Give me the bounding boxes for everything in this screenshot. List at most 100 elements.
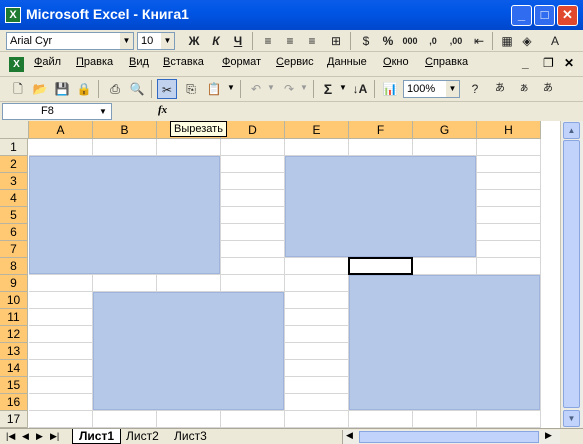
cell-b1[interactable]	[93, 139, 157, 156]
cell-a12[interactable]	[29, 326, 93, 343]
autosum-icon[interactable]: Σ	[318, 79, 338, 99]
underline-button[interactable]: Ч	[228, 31, 248, 51]
doc-close-button[interactable]: ✕	[564, 56, 574, 70]
decrease-decimal-button[interactable]: ,00	[446, 31, 466, 51]
row-header-1[interactable]: 1	[0, 139, 28, 156]
cut-icon[interactable]: ✂	[157, 79, 177, 99]
zoom-select[interactable]: 100% ▼	[403, 80, 460, 98]
print-preview-icon[interactable]: 🔍	[127, 79, 147, 99]
chevron-down-icon[interactable]: ▼	[300, 83, 308, 92]
cell-h7[interactable]	[477, 241, 541, 258]
selection-range-1[interactable]	[29, 156, 220, 274]
align-left-icon[interactable]: ≡	[258, 31, 278, 51]
bold-button[interactable]: Ж	[184, 31, 204, 51]
align-right-icon[interactable]: ≡	[302, 31, 322, 51]
cell-c1[interactable]	[157, 139, 221, 156]
row-header-7[interactable]: 7	[0, 241, 28, 258]
open-folder-icon[interactable]: 📂	[30, 79, 50, 99]
merge-center-icon[interactable]: ⊞	[326, 31, 346, 51]
paste-icon[interactable]: 📋	[204, 79, 224, 99]
row-header-11[interactable]: 11	[0, 309, 28, 326]
hscroll-thumb[interactable]	[359, 431, 539, 443]
comma-style-button[interactable]: 000	[400, 31, 420, 51]
cell-d2[interactable]	[221, 156, 285, 173]
cell-d7[interactable]	[221, 241, 285, 258]
cell-e1[interactable]	[285, 139, 349, 156]
column-header-a[interactable]: A	[29, 121, 93, 139]
workbook-icon[interactable]: X	[9, 57, 24, 72]
menu-tools[interactable]: Сервис	[276, 56, 314, 68]
column-header-h[interactable]: H	[477, 121, 541, 139]
selection-range-3[interactable]	[93, 292, 284, 410]
row-header-15[interactable]: 15	[0, 377, 28, 394]
percent-button[interactable]: %	[378, 31, 398, 51]
cell-d5[interactable]	[221, 207, 285, 224]
cell-g17[interactable]	[413, 411, 477, 428]
horizontal-scrollbar[interactable]: ◀ ▶	[342, 430, 560, 444]
cell-d3[interactable]	[221, 173, 285, 190]
close-button[interactable]: ✕	[557, 5, 578, 26]
cell-h17[interactable]	[477, 411, 541, 428]
select-all-corner[interactable]	[0, 121, 29, 139]
cell-e10[interactable]	[285, 292, 349, 309]
character-icon[interactable]: あ	[538, 79, 558, 99]
cell-h8[interactable]	[477, 258, 541, 275]
italic-button[interactable]: К	[206, 31, 226, 51]
active-cell[interactable]	[348, 257, 413, 275]
minimize-button[interactable]: _	[511, 5, 532, 26]
menu-file[interactable]: Файл	[34, 56, 61, 68]
cell-e16[interactable]	[285, 394, 349, 411]
selection-range-2[interactable]	[285, 156, 476, 257]
font-name-select[interactable]: Arial Cyr ▼	[6, 32, 134, 50]
insert-function-icon[interactable]: fx	[158, 104, 167, 116]
increase-decimal-button[interactable]: ,0	[423, 31, 443, 51]
font-color-icon[interactable]: A	[545, 31, 565, 51]
cell-f17[interactable]	[349, 411, 413, 428]
scroll-right-icon[interactable]: ▶	[545, 430, 552, 441]
chevron-down-icon[interactable]: ▼	[161, 33, 174, 49]
column-header-f[interactable]: F	[349, 121, 413, 139]
column-header-b[interactable]: B	[93, 121, 157, 139]
scroll-up-icon[interactable]: ▲	[563, 122, 580, 139]
maximize-button[interactable]: □	[534, 5, 555, 26]
phonetic-guide-icon[interactable]: ぁ	[514, 79, 534, 99]
cell-h4[interactable]	[477, 190, 541, 207]
spreadsheet-grid[interactable]: ABCDEFGH 1234567891011121314151617	[0, 121, 560, 428]
borders-icon[interactable]: ▦	[497, 31, 517, 51]
cell-d1[interactable]	[221, 139, 285, 156]
redo-icon[interactable]: ↷	[279, 79, 299, 99]
currency-icon[interactable]: $	[356, 31, 376, 51]
row-header-5[interactable]: 5	[0, 207, 28, 224]
cell-a17[interactable]	[29, 411, 93, 428]
cell-c17[interactable]	[157, 411, 221, 428]
last-sheet-icon[interactable]: ▶|	[50, 431, 59, 442]
cell-e13[interactable]	[285, 343, 349, 360]
prev-sheet-icon[interactable]: ◀	[22, 431, 29, 442]
row-header-12[interactable]: 12	[0, 326, 28, 343]
name-box[interactable]: F8 ▼	[2, 103, 112, 120]
row-header-14[interactable]: 14	[0, 360, 28, 377]
copy-icon[interactable]: ⎘	[181, 79, 201, 99]
sort-ascending-icon[interactable]: ↓A	[350, 79, 370, 99]
sheet-tab-3[interactable]: Лист3	[168, 429, 213, 444]
cell-h6[interactable]	[477, 224, 541, 241]
menu-view[interactable]: Вид	[129, 56, 149, 68]
cell-f1[interactable]	[349, 139, 413, 156]
scroll-thumb[interactable]	[563, 140, 580, 408]
sheet-tab-1[interactable]: Лист1	[72, 429, 122, 444]
cell-a13[interactable]	[29, 343, 93, 360]
cell-d4[interactable]	[221, 190, 285, 207]
cell-a14[interactable]	[29, 360, 93, 377]
cell-g8[interactable]	[413, 258, 477, 275]
vertical-scrollbar[interactable]: ▲ ▼	[560, 121, 583, 428]
row-header-2[interactable]: 2	[0, 156, 28, 173]
cell-e12[interactable]	[285, 326, 349, 343]
cell-a15[interactable]	[29, 377, 93, 394]
selection-range-4[interactable]	[349, 275, 540, 410]
row-header-10[interactable]: 10	[0, 292, 28, 309]
row-header-17[interactable]: 17	[0, 411, 28, 428]
first-sheet-icon[interactable]: |◀	[6, 431, 15, 442]
cell-e15[interactable]	[285, 377, 349, 394]
cell-a9[interactable]	[29, 275, 93, 292]
menu-format[interactable]: Формат	[222, 56, 261, 68]
